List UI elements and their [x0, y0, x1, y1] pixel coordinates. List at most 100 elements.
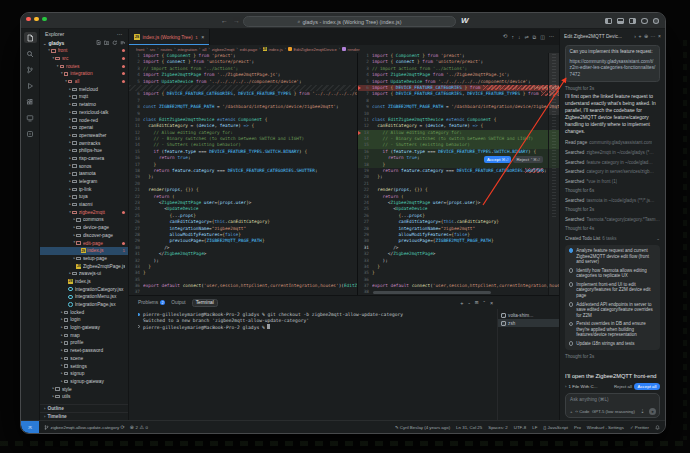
tree-item-node-red[interactable]: ▸node-red: [40, 116, 128, 124]
notifications-icon[interactable]: [655, 425, 660, 430]
next-change-icon[interactable]: ↓: [518, 35, 521, 40]
tree-item-philips-hue[interactable]: ▸philips-hue: [40, 147, 128, 155]
toggle-sidebar-icon[interactable]: [605, 18, 612, 24]
accept-change-button[interactable]: Accept⌘⏎: [484, 156, 511, 163]
breadcrumb[interactable]: front›src›routes›integration›all›zigbee2…: [129, 45, 559, 53]
explorer-more-icon[interactable]: ⋯: [117, 31, 123, 37]
tool-step[interactable]: Searchedfeature category in ~/code/glad…: [565, 160, 660, 165]
tool-step[interactable]: Searched*vue in front (1): [565, 179, 660, 184]
maximize-panel-icon[interactable]: ⌃: [483, 300, 486, 305]
more-actions-icon[interactable]: ⋯: [549, 34, 554, 39]
tree-item-reset-password[interactable]: ▸reset-password: [40, 347, 128, 355]
tree-item-routes[interactable]: ▾routes: [40, 62, 128, 70]
tree-item-integrationmenu.jsx[interactable]: IntegrationMenu.jsx: [40, 293, 128, 301]
layout-toggles[interactable]: [605, 18, 659, 24]
minimize-window-button[interactable]: [34, 17, 39, 22]
tree-item-integrationpage.jsx[interactable]: IntegrationPage.jsx: [40, 301, 128, 309]
status-item[interactable]: Pro: [574, 425, 581, 430]
new-chat-icon[interactable]: +: [638, 33, 641, 39]
accept-all-button[interactable]: Accept all: [634, 383, 660, 390]
prev-change-icon[interactable]: ↑: [511, 35, 514, 40]
discard-icon[interactable]: ⟲: [503, 34, 508, 40]
close-cascade-icon[interactable]: ×: [658, 33, 661, 39]
todo-item[interactable]: Update i18n strings and tests: [569, 341, 657, 347]
tab-problems[interactable]: Problems2: [138, 300, 165, 306]
status-item[interactable]: Ln 31, Col 25: [456, 425, 482, 430]
tree-item-front[interactable]: ▾front: [40, 47, 128, 55]
new-terminal-icon[interactable]: +: [460, 300, 463, 306]
tree-item-index.js[interactable]: JSindex.js: [40, 278, 128, 286]
tree-item-signup[interactable]: ▸signup: [40, 370, 128, 378]
breadcrumb-item[interactable]: zigbee2mqtt: [212, 47, 235, 52]
tree-item-settings[interactable]: ▸settings: [40, 362, 128, 370]
reject-change-button[interactable]: Reject⌃⌘⏎: [513, 156, 543, 163]
maximize-window-button[interactable]: [42, 17, 47, 22]
diff-original-pane[interactable]: 1import { Component } from 'preact';2imp…: [129, 53, 358, 295]
todo-item[interactable]: Add/extend API endpoints in server to sa…: [569, 302, 657, 319]
status-item[interactable]: LF: [532, 425, 537, 430]
code-mode-select[interactable]: ‹› Code: [575, 409, 589, 414]
tree-item-rtsp-camera[interactable]: ▸rtsp-camera: [40, 155, 128, 163]
tab-output[interactable]: Output: [171, 300, 185, 305]
toggle-secondary-sidebar-icon[interactable]: [629, 18, 636, 24]
status-item[interactable]: UTF-8: [514, 425, 526, 430]
breadcrumb-item[interactable]: all: [202, 47, 206, 52]
model-select[interactable]: GPT-5 (low reasoning): [592, 409, 635, 414]
breadcrumb-item[interactable]: edit-page: [240, 47, 257, 52]
cascade-more-icon[interactable]: ⋯: [651, 33, 656, 39]
split-terminal-icon[interactable]: ⊞: [475, 300, 479, 305]
new-file-icon[interactable]: [96, 40, 102, 47]
todo-item[interactable]: Identify how Tasmota allows editing cate…: [569, 268, 657, 279]
tree-item-scene[interactable]: ▸scene: [40, 355, 128, 363]
tree-item-map[interactable]: ▸map: [40, 331, 128, 339]
tree-item-device-page[interactable]: ▸device-page: [40, 224, 128, 232]
tool-step[interactable]: Read pagecommunity.gladysassistant.com: [565, 140, 660, 145]
horizontal-scrollbar[interactable]: [373, 291, 491, 294]
history-icon[interactable]: ⊕: [644, 33, 648, 39]
status-item[interactable]: ✓ Prettier: [630, 425, 649, 430]
history-nav[interactable]: ←→: [221, 17, 240, 24]
tree-item-signup-gateway[interactable]: ▸signup-gateway: [40, 378, 128, 386]
tool-step[interactable]: SearchedTasmota.*category|category.*Tasm…: [565, 217, 660, 222]
tree-item-zigbee2mqtt[interactable]: ▾zigbee2mqtt: [40, 208, 128, 216]
activity-debug-icon[interactable]: [24, 80, 37, 91]
tree-item-integrationcategory.jsx[interactable]: IntegrationCategory.jsx: [40, 285, 128, 293]
problems-status[interactable]: ⊗2⚠0: [130, 424, 148, 430]
tree-item-src[interactable]: ▾src: [40, 55, 128, 63]
activity-search-icon[interactable]: [24, 48, 37, 59]
settings-icon[interactable]: [641, 18, 648, 24]
collapse-folders-icon[interactable]: [120, 40, 126, 47]
timeline-section[interactable]: ›Timeline: [40, 412, 128, 420]
todo-item[interactable]: Implement front-end UI to edit category/…: [569, 282, 657, 299]
inline-view-icon[interactable]: ⇌: [524, 35, 528, 40]
new-folder-icon[interactable]: [104, 40, 110, 47]
tree-item-zigbee2mqttpage.js[interactable]: JSZigbee2mqttPage.js: [40, 262, 128, 270]
tool-step[interactable]: Searchedcategory in server/services/zigb…: [565, 169, 660, 174]
reject-all-button[interactable]: Reject all: [614, 384, 632, 389]
workspace-root[interactable]: ⌄gladys: [40, 39, 128, 47]
breadcrumb-item[interactable]: EditZigbee2mqttDevice: [294, 47, 337, 52]
tree-item-utils[interactable]: ▸utils: [40, 393, 128, 401]
tree-item-zwavejs-ui[interactable]: ▸zwavejs-ui: [40, 270, 128, 278]
voice-icon[interactable]: ⇣: [640, 408, 644, 414]
tree-item-openweather[interactable]: ▸openweather: [40, 132, 128, 140]
cascade-input[interactable]: Ask anything (⌘L)+‹› CodeGPT-5 (low reas…: [565, 393, 660, 418]
close-window-button[interactable]: [26, 17, 31, 22]
terminal-output[interactable]: pierre-gillesleymarie@MacBook-Pro-2 glad…: [138, 312, 495, 418]
tree-item-style[interactable]: ▸style: [40, 385, 128, 393]
tree-item-openai[interactable]: ▸openai: [40, 124, 128, 132]
tree-item-owntracks[interactable]: ▸owntracks: [40, 139, 128, 147]
terminal-dropdown-icon[interactable]: ⌄: [467, 300, 470, 305]
status-item[interactable]: Spaces: 2: [488, 425, 508, 430]
breadcrumb-item[interactable]: src: [150, 47, 156, 52]
breadcrumb-item[interactable]: front: [136, 47, 144, 52]
close-tab-icon[interactable]: ×: [201, 34, 204, 40]
tree-item-tasmota[interactable]: ▸tasmota: [40, 170, 128, 178]
open-file-icon[interactable]: ⧉: [533, 35, 537, 40]
command-center[interactable]: ⌕gladys - index.js (Working Tree) (index…: [243, 16, 456, 27]
tree-item-setup-page[interactable]: ▸setup-page: [40, 255, 128, 263]
tree-item-index.js[interactable]: JSindex.js1: [40, 247, 128, 255]
tree-item-edit-page[interactable]: ▾edit-page: [40, 239, 128, 247]
tree-item-telegram[interactable]: ▸telegram: [40, 178, 128, 186]
todo-list-header[interactable]: Created Todo List6 tasks⌄: [565, 236, 660, 241]
